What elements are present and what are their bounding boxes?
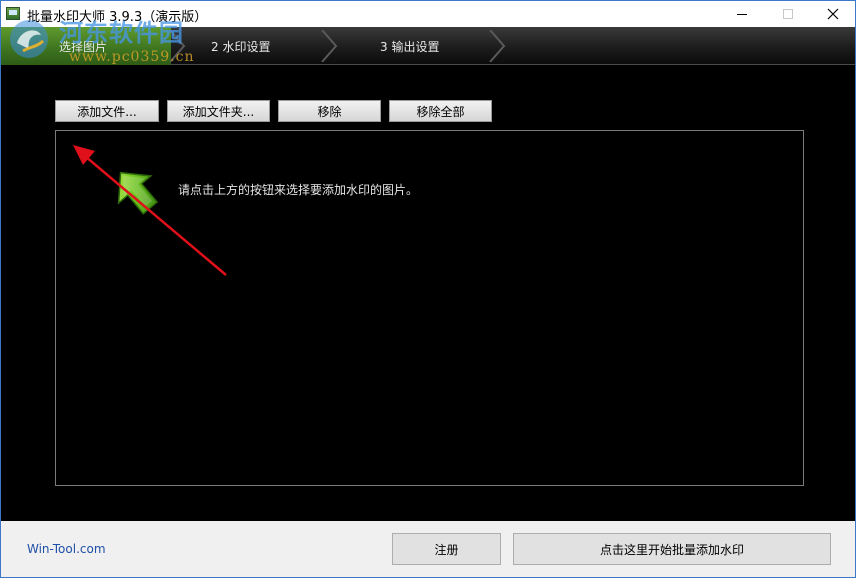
remove-button[interactable]: 移除 xyxy=(278,100,381,122)
add-file-button[interactable]: 添加文件... xyxy=(55,100,159,122)
app-window: 批量水印大师 3.9.3（演示版） 选择图片 2 水印设置 3 输出设置 河东软… xyxy=(0,0,856,578)
step-label: 2 水印设置 xyxy=(211,39,271,54)
watermark-title: 河东软件园 xyxy=(59,19,184,47)
step-watermark-settings[interactable]: 2 水印设置 xyxy=(211,27,270,65)
add-folder-button[interactable]: 添加文件夹... xyxy=(167,100,270,122)
step-output-settings[interactable]: 3 输出设置 xyxy=(380,27,439,65)
footer-bar: Win-Tool.com 注册 点击这里开始批量添加水印 xyxy=(1,521,855,577)
close-button[interactable] xyxy=(810,1,855,27)
remove-all-button[interactable]: 移除全部 xyxy=(389,100,492,122)
annotation-arrow-icon xyxy=(73,145,227,276)
minimize-icon xyxy=(737,13,747,15)
step-label: 3 输出设置 xyxy=(380,39,440,54)
maximize-icon xyxy=(783,9,793,19)
chevron-right-icon xyxy=(489,30,506,62)
watermark-logo-icon xyxy=(10,20,48,58)
maximize-button[interactable] xyxy=(765,1,811,27)
start-watermark-button[interactable]: 点击这里开始批量添加水印 xyxy=(513,533,831,565)
close-icon xyxy=(827,8,839,20)
minimize-button[interactable] xyxy=(719,1,765,27)
website-link[interactable]: Win-Tool.com xyxy=(27,542,106,556)
watermark-url: www.pc0359.cn xyxy=(69,49,195,65)
chevron-right-icon xyxy=(321,30,338,62)
register-button[interactable]: 注册 xyxy=(392,533,501,565)
